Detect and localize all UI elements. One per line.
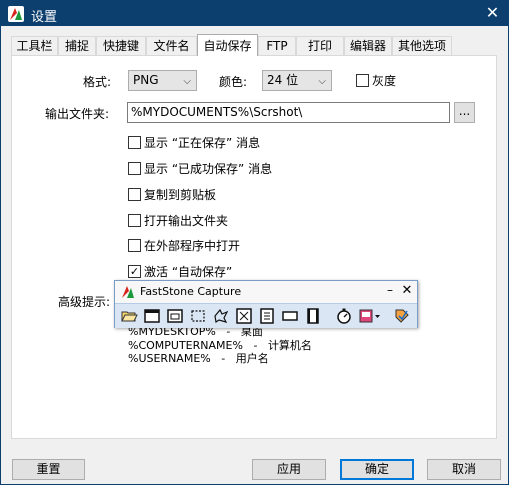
- faststone-logo-icon: [121, 285, 135, 299]
- delay-timer-icon[interactable]: [335, 307, 353, 325]
- tab-hotkeys[interactable]: 快捷键: [96, 36, 146, 55]
- tab-print[interactable]: 打印: [296, 36, 344, 55]
- ok-button[interactable]: 确定: [340, 459, 414, 480]
- screen-recorder-icon[interactable]: [304, 307, 322, 325]
- checkmark-icon: ✓: [128, 265, 141, 278]
- settings-window: 设置 ✕ 工具栏 捕捉 快捷键 文件名 自动保存 FTP 打印 编辑器 其他选项…: [0, 0, 509, 485]
- app-logo-icon: [8, 6, 24, 22]
- browse-folder-button[interactable]: ...: [454, 102, 475, 123]
- capture-object-icon[interactable]: [166, 307, 184, 325]
- checkbox-label: 在外部程序中打开: [144, 239, 241, 253]
- checkbox-box: [128, 162, 141, 175]
- checkbox-box: [128, 214, 141, 227]
- capture-fullscreen-icon[interactable]: [235, 307, 253, 325]
- apply-button[interactable]: 应用: [252, 459, 326, 480]
- output-folder-input[interactable]: %MYDOCUMENTS%\Scrshot\: [127, 102, 450, 123]
- faststone-capture-toolbar[interactable]: FastStone Capture – ✕: [114, 280, 418, 328]
- advanced-hint-label: 高级提示:: [58, 295, 111, 309]
- checkbox-box: [128, 239, 141, 252]
- output-destination-icon[interactable]: [358, 307, 382, 325]
- capture-window-icon[interactable]: [143, 307, 161, 325]
- window-close-button[interactable]: ✕: [477, 1, 508, 26]
- tab-capture[interactable]: 捕捉: [58, 36, 96, 55]
- settings-menu-icon[interactable]: [393, 307, 411, 325]
- tab-ftp[interactable]: FTP: [258, 36, 296, 55]
- checkbox-label: 激活 “自动保存”: [144, 265, 233, 279]
- capture-rectangle-icon[interactable]: [189, 307, 207, 325]
- capture-scrolling-icon[interactable]: [258, 307, 276, 325]
- checkbox-box: [356, 74, 369, 87]
- checkbox-label: 打开输出文件夹: [144, 214, 229, 228]
- reset-button[interactable]: 重置: [12, 459, 85, 480]
- hint-description: 计算机名: [267, 339, 312, 352]
- toolbar-title: FastStone Capture: [140, 285, 242, 298]
- checkbox-box: [128, 188, 141, 201]
- checkbox-label: 显示 “正在保存” 消息: [144, 136, 261, 150]
- checkbox-box: [128, 136, 141, 149]
- color-value: 24 位: [267, 73, 299, 87]
- chevron-down-icon: ⌵: [318, 76, 326, 87]
- tab-filename[interactable]: 文件名: [146, 36, 197, 55]
- tab-other-options[interactable]: 其他选项: [392, 36, 452, 55]
- hint-separator: -: [221, 352, 226, 365]
- window-title: 设置: [31, 10, 58, 25]
- toolbar-minimize-button[interactable]: –: [383, 283, 397, 299]
- toolbar-buttons: [115, 303, 417, 328]
- open-folder-icon[interactable]: [120, 307, 138, 325]
- checkbox-label: 显示 “已成功保存” 消息: [144, 162, 273, 176]
- format-value: PNG: [133, 73, 159, 87]
- color-label: 颜色:: [219, 75, 248, 89]
- format-label: 格式:: [83, 75, 112, 89]
- hint-description: 用户名: [235, 352, 269, 365]
- grayscale-label: 灰度: [372, 74, 397, 88]
- capture-freehand-icon[interactable]: [212, 307, 230, 325]
- checkbox-label: 复制到剪贴板: [144, 188, 217, 202]
- format-select[interactable]: PNG ⌵: [128, 70, 197, 91]
- capture-fixed-region-icon[interactable]: [281, 307, 299, 325]
- toolbar-close-button[interactable]: ✕: [400, 283, 414, 299]
- tab-autosave[interactable]: 自动保存: [197, 34, 258, 56]
- title-bar: 设置 ✕: [1, 1, 508, 26]
- hint-variable: %USERNAME%: [128, 352, 211, 365]
- color-select[interactable]: 24 位 ⌵: [262, 70, 332, 91]
- hint-line: %USERNAME% - 用户名: [128, 350, 269, 366]
- output-folder-label: 输出文件夹:: [45, 107, 110, 121]
- tab-toolbar[interactable]: 工具栏: [11, 36, 58, 55]
- chevron-down-icon: ⌵: [183, 76, 191, 87]
- tab-editor[interactable]: 编辑器: [344, 36, 392, 55]
- cancel-button[interactable]: 取消: [427, 459, 501, 480]
- toolbar-title-bar[interactable]: FastStone Capture – ✕: [115, 281, 417, 303]
